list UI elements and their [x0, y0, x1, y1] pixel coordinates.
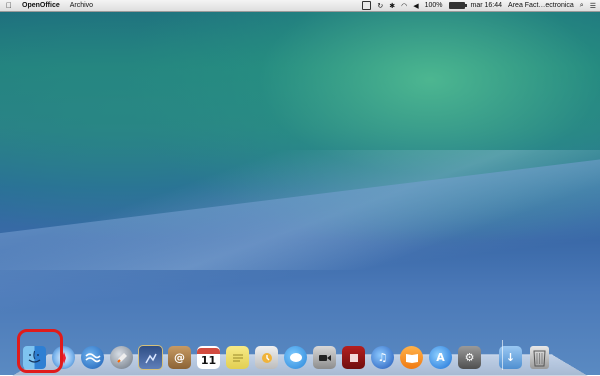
dock-item-calendar[interactable]: 11	[196, 345, 221, 370]
dock-item-messages[interactable]	[283, 345, 308, 370]
dock-item-reminders[interactable]	[254, 345, 279, 370]
status-menu-icon[interactable]	[362, 1, 372, 10]
wifi-icon[interactable]: ◠	[401, 2, 407, 10]
messages-icon	[284, 346, 307, 369]
dock-item-trash[interactable]	[527, 345, 552, 370]
spotlight-icon[interactable]: ⌕	[580, 2, 584, 10]
bluetooth-icon[interactable]: ✱	[389, 2, 395, 10]
dock-item-facetime[interactable]	[312, 345, 337, 370]
facetime-icon	[313, 346, 336, 369]
dock-divider	[502, 340, 503, 370]
menu-extras: ↻ ✱ ◠ ◀ 100% mar 16:44 Area Fact…ectroni…	[362, 0, 596, 11]
volume-icon[interactable]: ◀	[413, 2, 418, 10]
dock-item-itunes[interactable]: ♫	[370, 345, 395, 370]
dock-item-launchpad[interactable]	[109, 345, 134, 370]
menu-archivo[interactable]: Archivo	[70, 2, 93, 9]
app-menu[interactable]: OpenOffice	[22, 2, 60, 9]
calendar-date: 11	[200, 353, 217, 367]
preview-icon	[138, 345, 163, 370]
photo-icon	[342, 346, 365, 369]
openoffice-icon	[81, 346, 104, 369]
trash-icon	[530, 346, 549, 369]
desktop-background	[0, 0, 600, 375]
battery-percent[interactable]: 100%	[425, 2, 443, 9]
time-machine-icon[interactable]: ↻	[377, 2, 383, 10]
dock: @ 11 ♫ A ⚙ ↓	[22, 334, 556, 370]
contacts-icon: @	[168, 346, 191, 369]
menu-bar:  OpenOffice Archivo ↻ ✱ ◠ ◀ 100% mar 16…	[0, 0, 600, 12]
dock-item-notes[interactable]	[225, 345, 250, 370]
calendar-icon: 11	[197, 346, 220, 369]
dock-item-openoffice[interactable]	[80, 345, 105, 370]
dock-item-preview[interactable]	[138, 345, 163, 370]
ibooks-icon	[400, 346, 423, 369]
reminders-icon	[255, 346, 278, 369]
clock[interactable]: mar 16:44	[471, 2, 503, 9]
notification-center-icon[interactable]: ☰	[590, 2, 596, 10]
appstore-icon: A	[429, 346, 452, 369]
itunes-icon: ♫	[371, 346, 394, 369]
system-preferences-icon: ⚙	[458, 346, 481, 369]
battery-icon[interactable]	[448, 2, 467, 9]
dock-item-app-store[interactable]: A	[428, 345, 453, 370]
dock-item-photo-booth[interactable]	[341, 345, 366, 370]
dock-item-system-preferences[interactable]: ⚙	[457, 345, 482, 370]
user-menu[interactable]: Area Fact…ectronica	[508, 2, 574, 9]
apple-menu-icon[interactable]: 	[6, 1, 16, 10]
dock-item-ibooks[interactable]	[399, 345, 424, 370]
dock-item-contacts[interactable]: @	[167, 345, 192, 370]
notes-icon	[226, 346, 249, 369]
launchpad-icon	[110, 346, 133, 369]
finder-highlight-annotation	[17, 329, 63, 373]
